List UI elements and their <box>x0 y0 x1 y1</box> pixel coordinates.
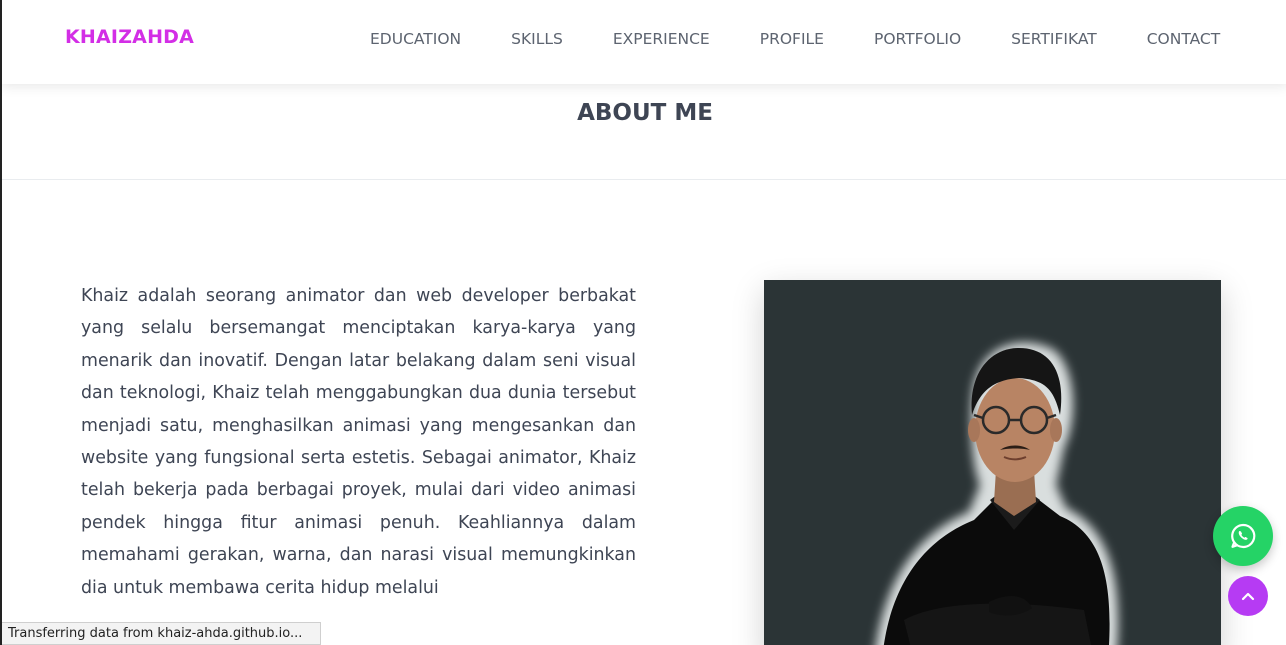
site-logo[interactable]: KHAIZAHDA <box>65 26 194 48</box>
browser-status-bar: Transferring data from khaiz-ahda.github… <box>2 622 322 645</box>
whatsapp-icon <box>1231 523 1256 549</box>
whatsapp-button[interactable] <box>1213 506 1273 566</box>
chevron-up-icon <box>1241 592 1255 601</box>
section-title-bar <box>2 84 1286 180</box>
nav-skills[interactable]: SKILLS <box>511 30 563 48</box>
profile-photo-illustration <box>875 342 1119 645</box>
about-paragraph: Khaiz adalah seorang animator dan web de… <box>81 286 636 598</box>
nav-experience[interactable]: EXPERIENCE <box>613 30 710 48</box>
nav-contact[interactable]: CONTACT <box>1147 30 1221 48</box>
nav-profile[interactable]: PROFILE <box>760 30 824 48</box>
nav-education[interactable]: EDUCATION <box>370 30 461 48</box>
main-nav: EDUCATION SKILLS EXPERIENCE PROFILE PORT… <box>370 30 1220 48</box>
nav-portfolio[interactable]: PORTFOLIO <box>874 30 961 48</box>
page: KHAIZAHDA EDUCATION SKILLS EXPERIENCE PR… <box>0 0 1286 645</box>
section-title: ABOUT ME <box>577 100 713 126</box>
back-to-top-button[interactable] <box>1228 576 1268 616</box>
site-header: KHAIZAHDA EDUCATION SKILLS EXPERIENCE PR… <box>2 0 1286 84</box>
nav-sertifikat[interactable]: SERTIFIKAT <box>1011 30 1097 48</box>
profile-photo <box>764 280 1221 645</box>
